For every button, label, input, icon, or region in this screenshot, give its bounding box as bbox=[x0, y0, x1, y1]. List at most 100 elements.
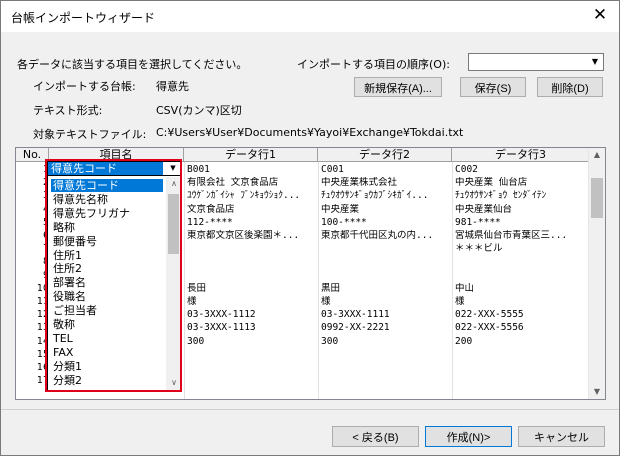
cell-data-row-1: 様 bbox=[187, 296, 197, 307]
cell-data-row-3: 宮城県仙台市青葉区三... bbox=[455, 230, 568, 241]
grid-scrollbar[interactable]: ▲ ▼ bbox=[588, 148, 605, 399]
scroll-down-icon[interactable]: ∨ bbox=[166, 376, 182, 390]
chevron-down-icon[interactable]: ▼ bbox=[587, 54, 603, 70]
cell-data-row-2 bbox=[321, 349, 450, 360]
cell-data-row-2: 黒田 bbox=[321, 282, 341, 294]
delete-button[interactable]: 削除(D) bbox=[537, 77, 603, 97]
cell-data-row-3: C002 bbox=[455, 164, 478, 175]
cell-data-row-1: B001 bbox=[187, 164, 210, 175]
import-wizard-dialog: 台帳インポートウィザード ✕ 各データに該当する項目を選択してください。 インポ… bbox=[0, 0, 620, 456]
new-save-button[interactable]: 新規保存(A)... bbox=[354, 77, 442, 97]
cell-data-row-1: 03-3XXX-1112 bbox=[187, 309, 256, 321]
cell-data-row-1 bbox=[187, 256, 316, 267]
file-value: C:¥Users¥User¥Documents¥Yayoi¥Exchange¥T… bbox=[156, 126, 464, 139]
row-number: 5 bbox=[42, 216, 49, 228]
cell-data-row-1 bbox=[187, 270, 316, 281]
cell-data-row-2 bbox=[321, 362, 450, 373]
cell-data-row-3: ＊＊＊ビル bbox=[455, 243, 503, 255]
cell-data-row-3: 中央産業仙台 bbox=[455, 203, 513, 215]
chevron-down-icon[interactable]: ▼ bbox=[165, 162, 181, 175]
ledger-label: インポートする台帳: bbox=[33, 80, 136, 93]
dropdown-option[interactable]: 役職名 bbox=[51, 290, 163, 303]
dropdown-option[interactable]: TEL bbox=[51, 332, 163, 345]
cell-data-row-3 bbox=[455, 270, 575, 281]
row-number: 8 bbox=[42, 256, 49, 268]
dropdown-scroll-thumb[interactable] bbox=[168, 194, 179, 254]
dropdown-option[interactable]: 略称 bbox=[51, 221, 163, 234]
dropdown-option[interactable]: 得意先名称 bbox=[51, 193, 163, 206]
cell-data-row-3 bbox=[455, 256, 575, 267]
footer-divider bbox=[1, 409, 619, 410]
cancel-button[interactable]: キャンセル bbox=[518, 426, 605, 447]
column-divider bbox=[318, 162, 319, 399]
row-number: 11 bbox=[36, 296, 49, 307]
dropdown-option[interactable]: 敬称 bbox=[51, 318, 163, 331]
cell-data-row-3: 様 bbox=[455, 296, 465, 307]
cell-data-row-2 bbox=[321, 256, 450, 267]
scroll-up-icon[interactable]: ▲ bbox=[589, 148, 605, 162]
cell-data-row-2: 03-3XXX-1111 bbox=[321, 309, 390, 321]
dropdown-option[interactable]: 得意先コード bbox=[51, 179, 163, 192]
window-title: 台帳インポートウィザード bbox=[11, 11, 156, 25]
close-icon[interactable]: ✕ bbox=[589, 4, 611, 26]
save-button[interactable]: 保存(S) bbox=[460, 77, 526, 97]
cell-data-row-1: 長田 bbox=[187, 282, 207, 294]
cell-data-row-1 bbox=[187, 243, 316, 254]
scroll-up-icon[interactable]: ∧ bbox=[166, 177, 182, 191]
cell-data-row-1: 文京食品店 bbox=[187, 203, 235, 215]
header-item-name: 項目名 bbox=[49, 148, 184, 162]
cell-data-row-1: 東京都文京区後楽園＊... bbox=[187, 230, 300, 241]
dropdown-option[interactable]: ご担当者 bbox=[51, 304, 163, 317]
dropdown-option[interactable]: 住所1 bbox=[51, 249, 163, 262]
header-data-row-1: データ行1 bbox=[184, 148, 318, 162]
row-number: 10 bbox=[36, 282, 49, 294]
cell-data-row-1: 112-**** bbox=[187, 216, 233, 228]
cell-data-row-1: 300 bbox=[187, 335, 205, 347]
order-select[interactable]: ▼ bbox=[468, 53, 604, 71]
column-divider bbox=[184, 162, 185, 399]
row-number: 17 bbox=[36, 375, 49, 387]
cell-data-row-2 bbox=[321, 270, 450, 281]
row-number: 3 bbox=[42, 190, 49, 202]
dropdown-option[interactable]: FAX bbox=[51, 346, 163, 359]
dropdown-scrollbar[interactable]: ∧ ∨ bbox=[166, 177, 181, 390]
back-button[interactable]: < 戻る(B) bbox=[332, 426, 419, 447]
cell-data-row-1: 有限会社 文京食品店 bbox=[187, 177, 279, 189]
item-name-select-value: 得意先コード bbox=[48, 162, 163, 175]
row-number: 13 bbox=[36, 322, 49, 334]
row-number: 7 bbox=[42, 243, 49, 255]
dropdown-option[interactable]: 分類2 bbox=[51, 374, 163, 387]
order-label: インポートする項目の順序(O): bbox=[297, 58, 450, 71]
cell-data-row-3: 022-XXX-5555 bbox=[455, 309, 524, 321]
row-number: 14 bbox=[36, 335, 49, 347]
cell-data-row-3: 200 bbox=[455, 335, 473, 347]
row-number: 4 bbox=[42, 203, 49, 215]
column-divider bbox=[452, 162, 453, 399]
item-name-dropdown-list[interactable]: 得意先コード 得意先名称 得意先フリガナ 略称 郵便番号 住所1 住所2 部署名 役職名 ご担当者… bbox=[47, 161, 182, 391]
ledger-value: 得意先 bbox=[156, 80, 189, 93]
dropdown-option[interactable]: 得意先フリガナ bbox=[51, 207, 163, 220]
row-number: 6 bbox=[42, 230, 49, 241]
scroll-down-icon[interactable]: ▼ bbox=[589, 385, 605, 399]
cell-data-row-3 bbox=[455, 362, 575, 373]
cell-data-row-1: 03-3XXX-1113 bbox=[187, 322, 256, 334]
dropdown-option[interactable]: 郵便番号 bbox=[51, 235, 163, 248]
cell-data-row-2: 様 bbox=[321, 296, 331, 307]
row-number: 9 bbox=[42, 269, 49, 281]
dropdown-option[interactable]: 分類1 bbox=[51, 360, 163, 373]
header-no: No. bbox=[16, 148, 49, 162]
dropdown-option[interactable]: 住所2 bbox=[51, 262, 163, 275]
create-button[interactable]: 作成(N)> bbox=[425, 426, 512, 447]
cell-data-row-2 bbox=[321, 243, 450, 254]
cell-data-row-1 bbox=[187, 375, 316, 386]
dropdown-option[interactable]: 部署名 bbox=[51, 276, 163, 289]
cell-data-row-2: 中央産業 bbox=[321, 203, 360, 215]
row-number: 2 bbox=[42, 177, 49, 189]
cell-data-row-2: 100-**** bbox=[321, 216, 367, 228]
cell-data-row-2: C001 bbox=[321, 164, 344, 175]
grid-scroll-thumb[interactable] bbox=[591, 178, 603, 218]
item-name-select[interactable]: 得意先コード ▼ bbox=[47, 161, 182, 176]
cell-data-row-2 bbox=[321, 375, 450, 386]
cell-data-row-3: 中央産業 仙台店 bbox=[455, 177, 528, 189]
row-number: 16 bbox=[36, 362, 49, 373]
